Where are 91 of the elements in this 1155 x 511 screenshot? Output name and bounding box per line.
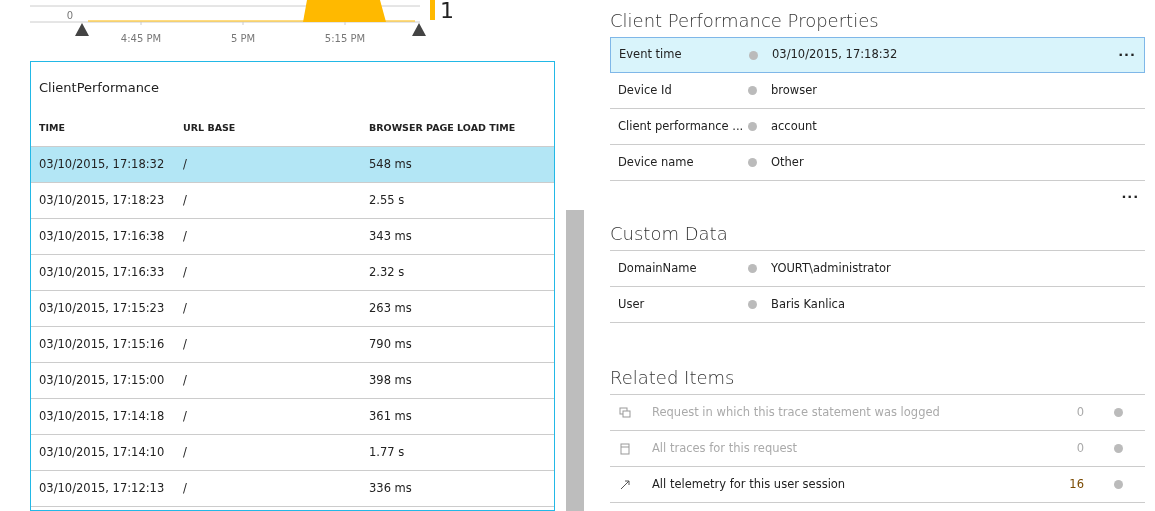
table-cell: 03/10/2015, 17:15:23 bbox=[39, 300, 165, 315]
table-cell: 03/10/2015, 17:18:32 bbox=[39, 156, 165, 171]
table-cell: 1.77 s bbox=[369, 444, 405, 459]
info-icon[interactable] bbox=[748, 158, 757, 167]
item-count: 0 bbox=[1076, 439, 1084, 457]
table-cell: 398 ms bbox=[369, 372, 412, 387]
property-value: YOURT\administrator bbox=[771, 259, 892, 277]
property-row[interactable]: Device name Other bbox=[610, 145, 1145, 181]
table-cell: 2.32 s bbox=[369, 264, 405, 279]
property-label: User bbox=[618, 295, 646, 313]
table-cell: 03/10/2015, 17:16:33 bbox=[39, 264, 165, 279]
legend-bar bbox=[430, 0, 435, 20]
axis-tick-label: 0 bbox=[66, 10, 73, 21]
property-row[interactable]: Device Id browser bbox=[610, 73, 1145, 109]
table-cell: / bbox=[183, 444, 187, 459]
table-cell: 03/10/2015, 17:14:18 bbox=[39, 408, 165, 423]
range-handle-icon[interactable] bbox=[75, 23, 89, 36]
table-cell: 361 ms bbox=[369, 408, 412, 423]
property-value: 03/10/2015, 17:18:32 bbox=[772, 46, 899, 64]
property-label: DomainName bbox=[618, 259, 698, 277]
property-label: Device Id bbox=[618, 81, 673, 99]
table-row[interactable]: 03/10/2015, 17:15:23 / 263 ms bbox=[31, 291, 554, 327]
related-item-label: All traces for this request bbox=[652, 439, 799, 457]
scrollbar-thumb[interactable] bbox=[566, 210, 584, 511]
table-cell: / bbox=[183, 228, 187, 243]
table-row[interactable]: 03/10/2015, 17:18:23 / 2.55 s bbox=[31, 183, 554, 219]
table-row[interactable]: 03/10/2015, 17:18:32 / 548 ms bbox=[31, 147, 554, 183]
range-handle-icon[interactable] bbox=[412, 23, 426, 36]
property-value: browser bbox=[771, 81, 818, 99]
more-icon[interactable]: ··· bbox=[1121, 187, 1140, 207]
table-cell: 790 ms bbox=[369, 336, 412, 351]
table-row[interactable]: 03/10/2015, 17:14:18 / 361 ms bbox=[31, 399, 554, 435]
table-cell: 343 ms bbox=[369, 228, 412, 243]
table-cell: / bbox=[183, 372, 187, 387]
info-icon[interactable] bbox=[749, 50, 758, 60]
table-cell: 336 ms bbox=[369, 480, 412, 495]
table-title: ClientPerformance bbox=[38, 79, 160, 97]
property-value: Other bbox=[771, 153, 805, 171]
info-icon[interactable] bbox=[748, 264, 757, 273]
info-icon[interactable] bbox=[748, 86, 757, 95]
table-cell: / bbox=[183, 408, 187, 423]
section-title: Custom Data bbox=[610, 222, 729, 246]
table-cell: / bbox=[183, 264, 187, 279]
table-cell: 03/10/2015, 17:14:10 bbox=[39, 444, 165, 459]
document-icon bbox=[618, 441, 632, 456]
property-value: account bbox=[771, 117, 818, 135]
related-item-label: Request in which this trace statement was logged bbox=[652, 403, 941, 421]
property-label: Event time bbox=[619, 46, 683, 64]
column-header: URL BASE bbox=[183, 120, 237, 135]
table-cell: / bbox=[183, 192, 187, 207]
table-cell: 548 ms bbox=[369, 156, 412, 171]
table-row[interactable]: 03/10/2015, 17:15:16 / 790 ms bbox=[31, 327, 554, 363]
table-cell: / bbox=[183, 336, 187, 351]
more-icon[interactable]: ··· bbox=[1118, 45, 1136, 65]
property-row[interactable]: Event time 03/10/2015, 17:18:32 ··· bbox=[610, 37, 1145, 73]
item-count: 0 bbox=[1076, 403, 1084, 421]
info-icon[interactable] bbox=[1114, 480, 1123, 489]
axis-tick-label: 4:45 PM bbox=[120, 33, 162, 44]
related-item-label: All telemetry for this user session bbox=[652, 475, 847, 493]
table-cell: / bbox=[183, 156, 187, 171]
column-header: BROWSER PAGE LOAD TIME bbox=[369, 120, 517, 135]
table-row[interactable]: 03/10/2015, 17:14:10 / 1.77 s bbox=[31, 435, 554, 471]
axis-tick-label: 5 PM bbox=[230, 33, 256, 44]
table-row[interactable]: 03/10/2015, 17:16:38 / 343 ms bbox=[31, 219, 554, 255]
table-cell: 03/10/2015, 17:18:23 bbox=[39, 192, 165, 207]
section-title: Client Performance Properties bbox=[610, 9, 880, 33]
related-item[interactable]: All telemetry for this user session 16 bbox=[610, 467, 1145, 503]
table-cell: / bbox=[183, 480, 187, 495]
event-count: 1 bbox=[440, 0, 454, 23]
column-header: TIME bbox=[38, 120, 66, 135]
table-cell: / bbox=[183, 300, 187, 315]
table-cell: 2.55 s bbox=[369, 192, 405, 207]
property-row[interactable]: Client performance ... account bbox=[610, 109, 1145, 145]
section-title: Related Items bbox=[610, 366, 736, 390]
property-label: Device name bbox=[618, 153, 695, 171]
property-value: Baris Kanlica bbox=[771, 295, 846, 313]
item-count: 16 bbox=[1069, 475, 1084, 493]
property-label: Client performance ... bbox=[618, 117, 745, 135]
table-cell: 03/10/2015, 17:15:00 bbox=[39, 372, 165, 387]
axis-tick-label: 5:15 PM bbox=[324, 33, 366, 44]
table-row[interactable]: 03/10/2015, 17:16:33 / 2.32 s bbox=[31, 255, 554, 291]
table-cell: 03/10/2015, 17:15:16 bbox=[39, 336, 165, 351]
copy-icon bbox=[618, 405, 632, 420]
info-icon[interactable] bbox=[748, 122, 757, 131]
table-row[interactable]: 03/10/2015, 17:12:13 / 336 ms bbox=[31, 471, 554, 507]
table-cell: 263 ms bbox=[369, 300, 412, 315]
table-cell: 03/10/2015, 17:12:13 bbox=[39, 480, 165, 495]
info-icon[interactable] bbox=[748, 300, 757, 309]
arrow-icon bbox=[618, 477, 632, 492]
table-cell: 03/10/2015, 17:16:38 bbox=[39, 228, 165, 243]
table-row[interactable]: 03/10/2015, 17:15:00 / 398 ms bbox=[31, 363, 554, 399]
